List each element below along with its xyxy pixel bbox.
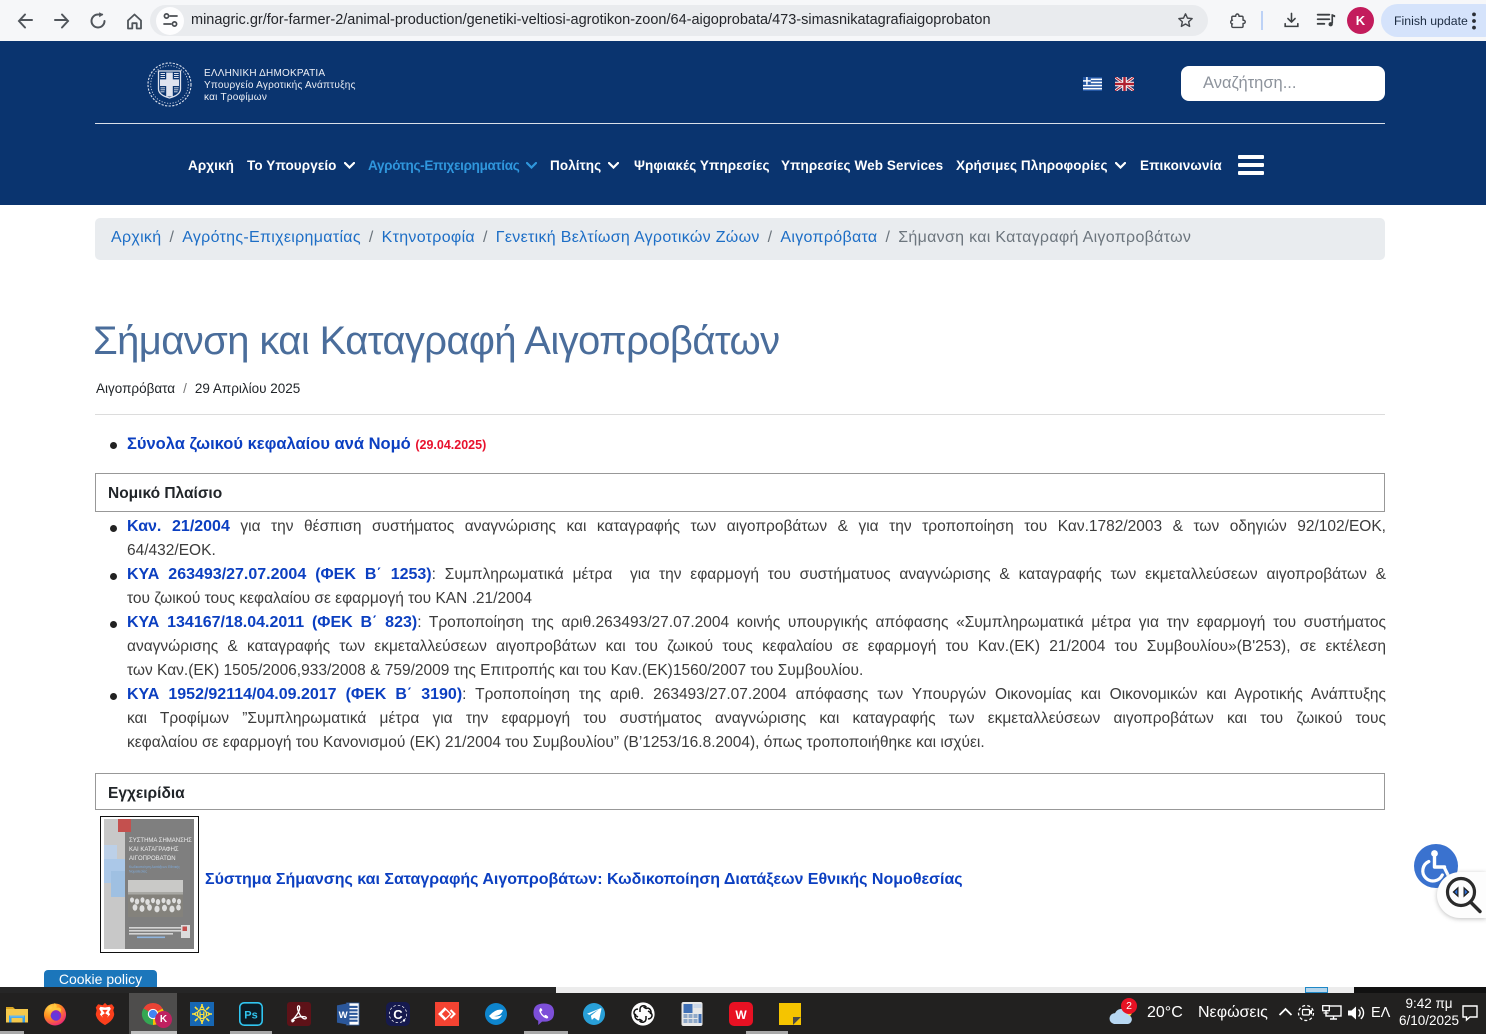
svg-text:ΚΑΙ ΚΑΤΑΓΡΑΦΗΣ: ΚΑΙ ΚΑΤΑΓΡΑΦΗΣ <box>129 847 179 853</box>
svg-text:H: H <box>199 1010 205 1020</box>
svg-text:C: C <box>393 1007 403 1022</box>
svg-text:ΑΙΓΟΠΡΟΒΑΤΩΝ: ΑΙΓΟΠΡΟΒΑΤΩΝ <box>129 856 176 862</box>
svg-text:Νομοθεσίας: Νομοθεσίας <box>129 870 147 874</box>
svg-text:ΣΥΣΤΗΜΑ ΣΗΜΑΝΣΗΣ: ΣΥΣΤΗΜΑ ΣΗΜΑΝΣΗΣ <box>129 838 192 844</box>
svg-text:W: W <box>735 1008 747 1022</box>
svg-text:W: W <box>339 1010 349 1021</box>
svg-text:Κωδικοποίηση Διατάξεων Εθνικής: Κωδικοποίηση Διατάξεων Εθνικής <box>129 865 180 869</box>
svg-text:Ps: Ps <box>244 1010 257 1022</box>
